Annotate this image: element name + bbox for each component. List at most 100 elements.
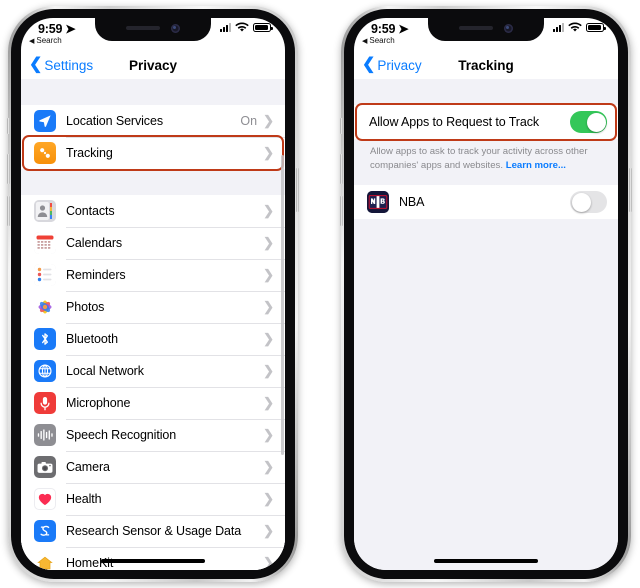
row-label-tracking: Tracking: [66, 146, 113, 160]
wifi-icon-right: [568, 22, 582, 32]
volume-up-button-right[interactable]: [340, 154, 343, 184]
status-back-label-right: Search: [369, 36, 395, 45]
chevron-right-icon-local-network: ❯: [263, 363, 274, 378]
back-triangle-icon-left: ◀: [29, 37, 35, 45]
front-camera-icon-right: [504, 23, 513, 33]
row-label-photos: Photos: [66, 300, 105, 314]
row-camera[interactable]: Camera ❯: [21, 451, 285, 483]
home-indicator-left[interactable]: [101, 559, 205, 563]
row-microphone[interactable]: Microphone ❯: [21, 387, 285, 419]
iphone-privacy-device: 9:59 ➤ ◀ Search ❮ Settings Privacy Locat…: [7, 6, 299, 582]
tracking-top-spacer: [354, 79, 618, 105]
status-back-to-search-right[interactable]: ◀ Search: [362, 36, 395, 45]
mute-switch-right[interactable]: [340, 118, 343, 134]
home-indicator-right[interactable]: [434, 559, 538, 563]
contacts-icon: [34, 200, 56, 222]
chevron-right-icon-bluetooth: ❯: [263, 331, 274, 346]
wifi-icon-left: [235, 22, 249, 32]
row-label-calendars: Calendars: [66, 236, 123, 250]
tracking-list-scroll[interactable]: Allow Apps to Request to Track Allow app…: [354, 79, 618, 570]
cellular-bars-icon-right: [553, 23, 564, 32]
allow-tracking-toggle[interactable]: [570, 111, 607, 133]
privacy-group-1: Location Services On ❯ Tracking ❯: [21, 105, 285, 171]
nba-tracking-toggle[interactable]: [570, 191, 607, 214]
row-bluetooth[interactable]: Bluetooth ❯: [21, 323, 285, 355]
power-button-left[interactable]: [296, 168, 299, 212]
chevron-right-icon-camera: ❯: [263, 459, 274, 474]
front-camera-icon: [171, 23, 180, 33]
nav-bar-tracking: ❮ Privacy Tracking: [354, 51, 618, 79]
screen-tracking: 9:59 ➤ ◀ Search ❮ Privacy Tracking Allow…: [354, 18, 618, 570]
row-accessory-health: ❯: [263, 491, 285, 507]
location-arrow-icon-left: ➤: [65, 22, 76, 36]
calendars-icon: [34, 232, 56, 254]
tracking-icon: [34, 142, 56, 164]
status-time-left: 9:59 ➤: [38, 21, 76, 37]
row-local-network[interactable]: Local Network ❯: [21, 355, 285, 387]
location-arrow-icon-right: ➤: [398, 22, 409, 36]
screen-privacy: 9:59 ➤ ◀ Search ❮ Settings Privacy Locat…: [21, 18, 285, 570]
row-allow-apps-to-request-to-track[interactable]: Allow Apps to Request to Track: [354, 103, 618, 141]
volume-up-button-left[interactable]: [7, 154, 10, 184]
tracking-footnote: Allow apps to ask to track your activity…: [354, 139, 618, 172]
chevron-right-icon-photos: ❯: [263, 299, 274, 314]
battery-icon-right: [586, 23, 606, 32]
iphone-tracking-device: 9:59 ➤ ◀ Search ❮ Privacy Tracking Allow…: [340, 6, 632, 582]
row-contacts[interactable]: Contacts ❯: [21, 195, 285, 227]
status-time-right: 9:59 ➤: [371, 21, 409, 37]
row-accessory-camera: ❯: [263, 459, 285, 475]
reminders-icon: [34, 264, 56, 286]
row-label-health: Health: [66, 492, 102, 506]
earpiece-speaker-icon-right: [459, 26, 493, 30]
chevron-right-icon-research-sensor: ❯: [263, 523, 274, 538]
row-reminders[interactable]: Reminders ❯: [21, 259, 285, 291]
row-research-sensor-usage-data[interactable]: Research Sensor & Usage Data ❯: [21, 515, 285, 547]
tracking-apps-group: NBA: [354, 185, 618, 220]
photos-icon: [34, 296, 56, 318]
battery-icon-left: [253, 23, 273, 32]
row-speech-recognition[interactable]: Speech Recognition ❯: [21, 419, 285, 451]
cellular-bars-icon-left: [220, 23, 231, 32]
location-services-icon: [34, 110, 56, 132]
row-photos[interactable]: Photos ❯: [21, 291, 285, 323]
bluetooth-icon: [34, 328, 56, 350]
notch-right: [428, 18, 544, 41]
row-label-local-network: Local Network: [66, 364, 144, 378]
privacy-group-2: Contacts ❯ Calendars ❯ Reminders ❯ Photo…: [21, 195, 285, 570]
status-back-to-search-left[interactable]: ◀ Search: [29, 36, 62, 45]
power-button-right[interactable]: [629, 168, 632, 212]
volume-down-button-left[interactable]: [7, 196, 10, 226]
nav-bar-privacy: ❮ Settings Privacy: [21, 51, 285, 79]
row-accessory-homekit: ❯: [263, 555, 285, 570]
learn-more-link[interactable]: Learn more...: [506, 160, 566, 171]
notch-left: [95, 18, 211, 41]
row-tracking[interactable]: Tracking ❯: [21, 135, 285, 171]
row-accessory-location-services: On ❯: [240, 113, 285, 129]
mute-switch-left[interactable]: [7, 118, 10, 134]
homekit-icon: [34, 552, 56, 570]
chevron-right-icon-location-services: ❯: [263, 113, 274, 128]
row-app-nba[interactable]: NBA: [354, 185, 618, 220]
page-title-tracking: Tracking: [458, 57, 514, 73]
privacy-list-scroll[interactable]: Location Services On ❯ Tracking ❯ Contac…: [21, 79, 285, 570]
status-time-text-right: 9:59: [371, 21, 396, 36]
volume-down-button-right[interactable]: [340, 196, 343, 226]
row-label-location-services: Location Services: [66, 114, 163, 128]
row-label-microphone: Microphone: [66, 396, 131, 410]
chevron-right-icon-tracking: ❯: [263, 145, 274, 160]
status-indicators-right: [553, 22, 606, 33]
back-triangle-icon-right: ◀: [362, 37, 368, 45]
status-time-text-left: 9:59: [38, 21, 63, 36]
row-location-services[interactable]: Location Services On ❯: [21, 105, 285, 137]
row-value-location-services: On: [240, 114, 258, 128]
chevron-right-icon-contacts: ❯: [263, 203, 274, 218]
toggle-thumb-nba: [571, 192, 591, 212]
row-calendars[interactable]: Calendars ❯: [21, 227, 285, 259]
toggle-thumb-allow-tracking: [586, 112, 606, 132]
row-health[interactable]: Health ❯: [21, 483, 285, 515]
local-network-icon: [34, 360, 56, 382]
scroll-indicator-left[interactable]: [281, 155, 284, 455]
row-label-bluetooth: Bluetooth: [66, 332, 118, 346]
earpiece-speaker-icon: [126, 26, 160, 30]
row-label-speech-recognition: Speech Recognition: [66, 428, 177, 442]
